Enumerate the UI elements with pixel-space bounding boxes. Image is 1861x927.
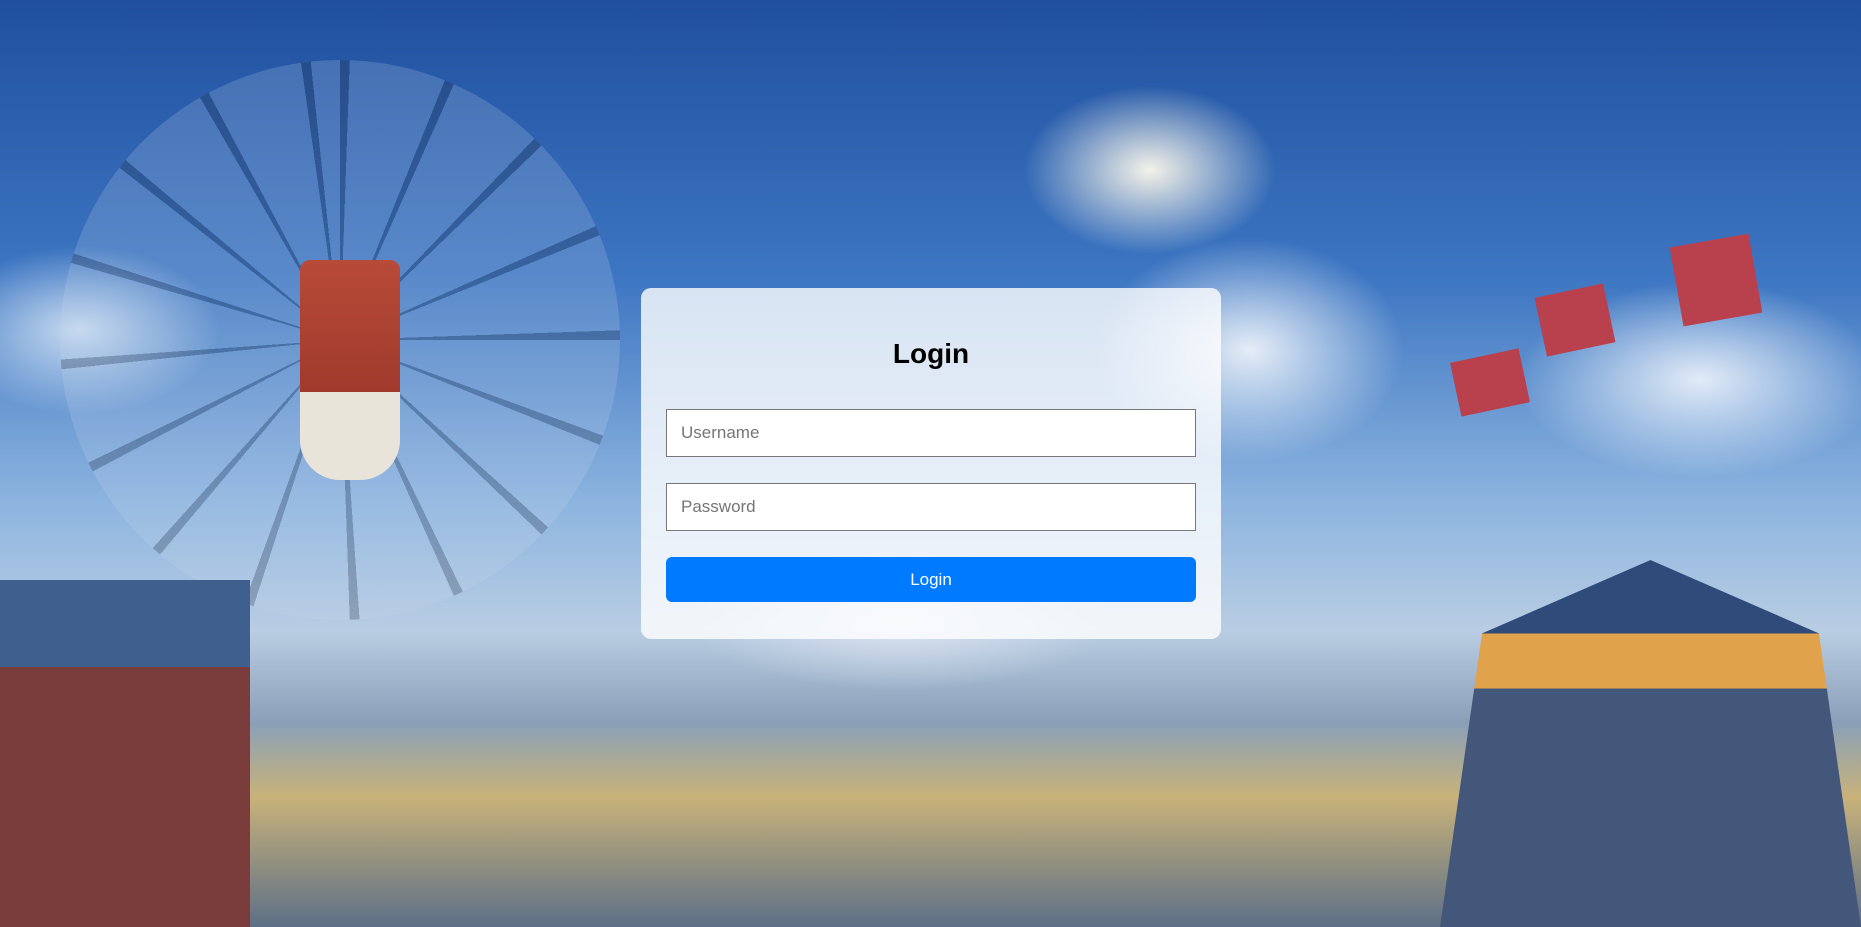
left-building-illustration: [0, 580, 250, 927]
flag-illustration: [1534, 283, 1616, 357]
password-field: Password: [666, 483, 1196, 531]
password-input[interactable]: [666, 483, 1196, 531]
username-input[interactable]: [666, 409, 1196, 457]
username-field: Username: [666, 409, 1196, 457]
login-button[interactable]: Login: [666, 557, 1196, 602]
pagoda-illustration: [1440, 560, 1861, 927]
login-card: Login Username Password Login: [641, 288, 1221, 639]
flag-illustration: [1669, 233, 1763, 327]
windmill-tower-illustration: [300, 260, 400, 480]
flag-illustration: [1450, 348, 1530, 417]
login-title: Login: [892, 338, 970, 369]
